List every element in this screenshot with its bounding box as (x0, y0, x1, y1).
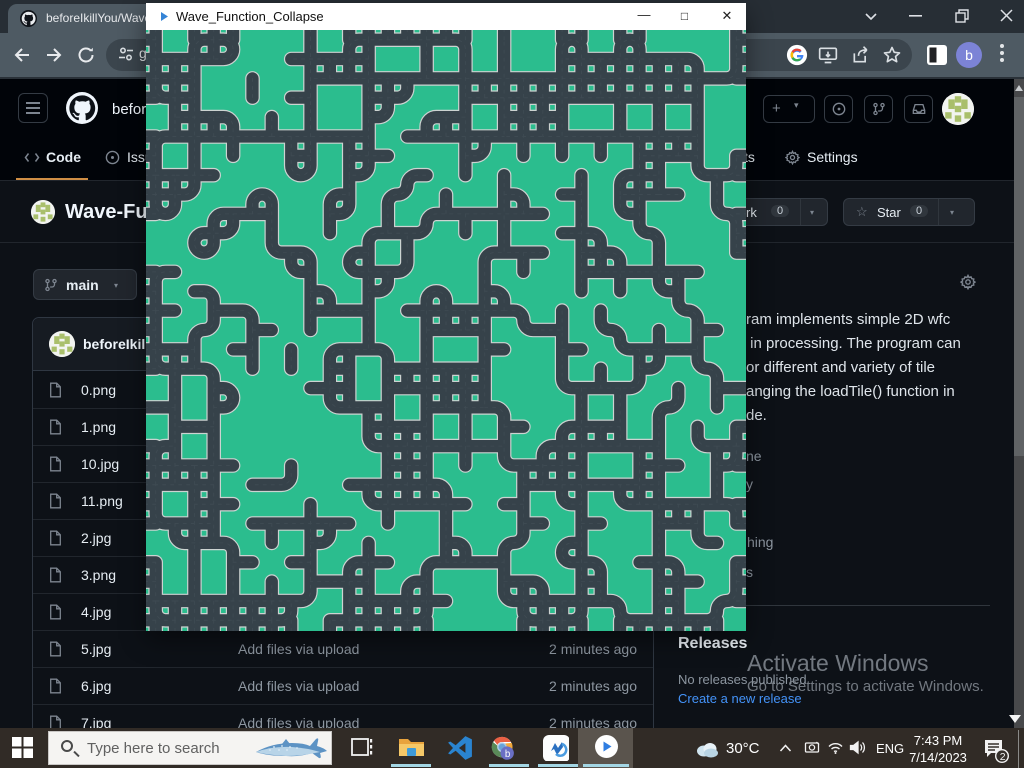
svg-text:b: b (505, 749, 511, 760)
svg-text:2: 2 (1000, 751, 1006, 763)
